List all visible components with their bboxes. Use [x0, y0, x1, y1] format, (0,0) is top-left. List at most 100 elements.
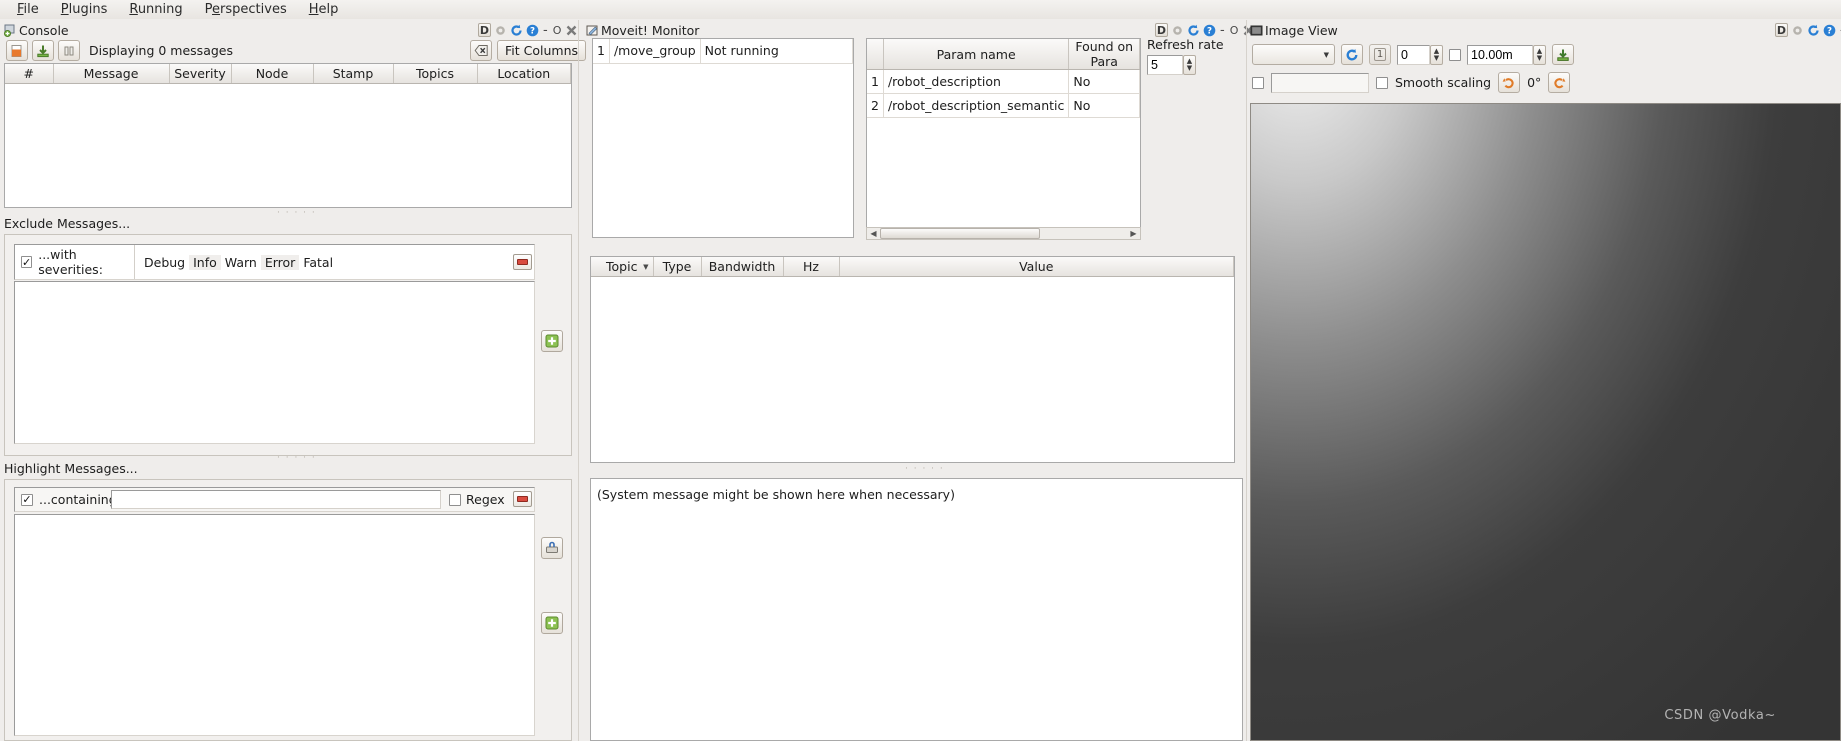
- col-node[interactable]: Node: [231, 64, 314, 84]
- gear-icon[interactable]: [1171, 24, 1184, 37]
- max-range-stepper[interactable]: ▲ ▼: [1533, 44, 1546, 65]
- menu-perspectives[interactable]: Perspectives: [194, 1, 298, 18]
- console-messages-table[interactable]: # Message Severity Node Stamp Topics Loc…: [4, 63, 572, 208]
- col-stamp[interactable]: Stamp: [313, 64, 394, 84]
- max-range-input[interactable]: [1467, 44, 1533, 65]
- reload-icon[interactable]: [510, 24, 523, 37]
- svg-text:?: ?: [1207, 26, 1212, 36]
- refresh-minimize-button[interactable]: -: [1219, 23, 1226, 38]
- vertical-divider-2[interactable]: [1246, 20, 1247, 741]
- csdn-watermark: CSDN @Vodka~: [1664, 708, 1776, 723]
- scroll-right-arrow[interactable]: ▶: [1127, 228, 1140, 239]
- num-gridlines-input[interactable]: [1397, 44, 1430, 65]
- open-file-button[interactable]: [6, 40, 28, 61]
- exclude-filters-list[interactable]: [14, 281, 535, 444]
- table-row[interactable]: 2 /robot_description_semantic No: [867, 93, 1140, 118]
- scrollbar-thumb[interactable]: [880, 228, 1040, 239]
- param-col-name[interactable]: Param name: [883, 39, 1070, 70]
- remove-highlight-filter-button[interactable]: [513, 491, 532, 507]
- highlight-filters-list[interactable]: [14, 514, 535, 736]
- remove-exclude-filter-button[interactable]: [513, 254, 532, 270]
- col-index[interactable]: #: [5, 64, 54, 84]
- col-message[interactable]: Message: [53, 64, 170, 84]
- moveit-monitor-table[interactable]: 1 /move_group Not running: [592, 38, 854, 238]
- menu-running[interactable]: Running: [118, 1, 193, 18]
- console-splitter-handle[interactable]: · · · · ·: [277, 209, 316, 218]
- highlight-containing-checkbox[interactable]: ✓: [21, 493, 33, 506]
- help-icon[interactable]: ?: [1203, 24, 1216, 37]
- image-topic-combobox[interactable]: ▼: [1252, 44, 1335, 65]
- param-col-found[interactable]: Found on Para: [1068, 39, 1140, 70]
- publish-topic-input[interactable]: [1271, 72, 1369, 93]
- table-row[interactable]: 1 /move_group Not running: [593, 39, 854, 64]
- console-status-label: Displaying 0 messages: [89, 43, 233, 58]
- topic-col-value[interactable]: Value: [839, 257, 1234, 277]
- image-view-canvas[interactable]: CSDN @Vodka~: [1250, 103, 1841, 741]
- publish-checkbox[interactable]: ✓: [1252, 76, 1264, 89]
- clear-messages-button[interactable]: [470, 40, 492, 61]
- max-range-spinbox[interactable]: ▲▼: [1467, 44, 1546, 65]
- save-button[interactable]: [32, 40, 54, 61]
- refresh-maximize-button[interactable]: O: [1229, 24, 1240, 37]
- max-range-checkbox[interactable]: ✓: [1449, 48, 1461, 61]
- topic-col-bandwidth[interactable]: Bandwidth: [701, 257, 784, 277]
- topic-col-topic[interactable]: Topic ▼: [591, 257, 654, 277]
- refresh-rate-spinbox[interactable]: ▲▼: [1147, 55, 1196, 75]
- param-horizontal-scrollbar[interactable]: ◀ ▶: [866, 227, 1141, 240]
- menu-help[interactable]: Help: [298, 1, 350, 18]
- menu-file[interactable]: File: [6, 1, 50, 18]
- num-gridlines-button[interactable]: 1: [1369, 44, 1391, 65]
- help-icon[interactable]: ?: [1823, 24, 1836, 37]
- console-maximize-button[interactable]: O: [552, 24, 563, 37]
- help-icon[interactable]: ?: [526, 24, 539, 37]
- severity-error[interactable]: Error: [260, 254, 300, 270]
- add-exclude-filter-button[interactable]: [541, 330, 563, 352]
- col-topics[interactable]: Topics: [393, 64, 478, 84]
- topic-table-panel[interactable]: Topic ▼ Type Bandwidth Hz Value: [590, 256, 1235, 463]
- refresh-rate-label: Refresh rate: [1147, 37, 1224, 52]
- add-highlight-filter-button[interactable]: [541, 612, 563, 634]
- reload-icon[interactable]: [1187, 24, 1200, 37]
- console-dock-button[interactable]: D: [478, 23, 491, 37]
- highlight-regex-checkbox[interactable]: ✓: [449, 493, 461, 506]
- param-grid: Param name Found on Para 1 /robot_descri…: [867, 39, 1140, 118]
- col-location[interactable]: Location: [477, 64, 571, 84]
- topic-splitter-handle[interactable]: · · · · ·: [905, 465, 944, 474]
- image-view-dock-button[interactable]: D: [1775, 23, 1788, 37]
- topic-col-hz[interactable]: Hz: [783, 257, 840, 277]
- console-minimize-button[interactable]: -: [542, 23, 549, 38]
- reload-icon[interactable]: [1807, 24, 1820, 37]
- severity-info[interactable]: Info: [189, 254, 221, 270]
- exclude-severities-checkbox[interactable]: ✓: [21, 256, 33, 268]
- num-gridlines-spinbox[interactable]: ▲▼: [1397, 44, 1443, 65]
- refresh-dock-button[interactable]: D: [1155, 23, 1168, 37]
- rotate-left-button[interactable]: [1498, 72, 1521, 93]
- refresh-rate-stepper[interactable]: ▲ ▼: [1183, 55, 1196, 75]
- severity-debug[interactable]: Debug: [140, 255, 189, 270]
- gear-icon[interactable]: [1791, 24, 1804, 37]
- refresh-rate-input[interactable]: [1147, 55, 1183, 75]
- severity-fatal[interactable]: Fatal: [299, 255, 337, 270]
- table-row[interactable]: 1 /robot_description No: [867, 69, 1140, 94]
- gear-icon[interactable]: [494, 24, 507, 37]
- severity-list[interactable]: Debug Info Warn Error Fatal: [136, 245, 337, 279]
- topic-col-type[interactable]: Type: [653, 257, 702, 277]
- pause-button[interactable]: [58, 40, 80, 61]
- scroll-left-arrow[interactable]: ◀: [867, 228, 880, 239]
- fit-columns-button[interactable]: Fit Columns: [497, 40, 587, 61]
- severity-warn[interactable]: Warn: [221, 255, 261, 270]
- smooth-scaling-checkbox[interactable]: ✓: [1376, 76, 1388, 89]
- rotate-right-button[interactable]: [1548, 72, 1571, 93]
- highlight-containing-input[interactable]: [111, 490, 441, 509]
- close-icon[interactable]: [565, 24, 578, 37]
- highlight-settings-button[interactable]: [541, 537, 563, 559]
- save-image-button[interactable]: [1552, 44, 1574, 65]
- refresh-topics-button[interactable]: [1341, 44, 1363, 65]
- num-gridlines-stepper[interactable]: ▲ ▼: [1430, 44, 1443, 65]
- param-table-panel[interactable]: Param name Found on Para 1 /robot_descri…: [866, 38, 1141, 238]
- col-severity[interactable]: Severity: [169, 64, 232, 84]
- menu-plugins[interactable]: Plugins: [50, 1, 119, 18]
- vertical-divider-1[interactable]: [578, 20, 579, 741]
- exclude-splitter-handle[interactable]: · · · · ·: [277, 454, 316, 463]
- exclude-severities-label: ...with severities:: [38, 247, 103, 277]
